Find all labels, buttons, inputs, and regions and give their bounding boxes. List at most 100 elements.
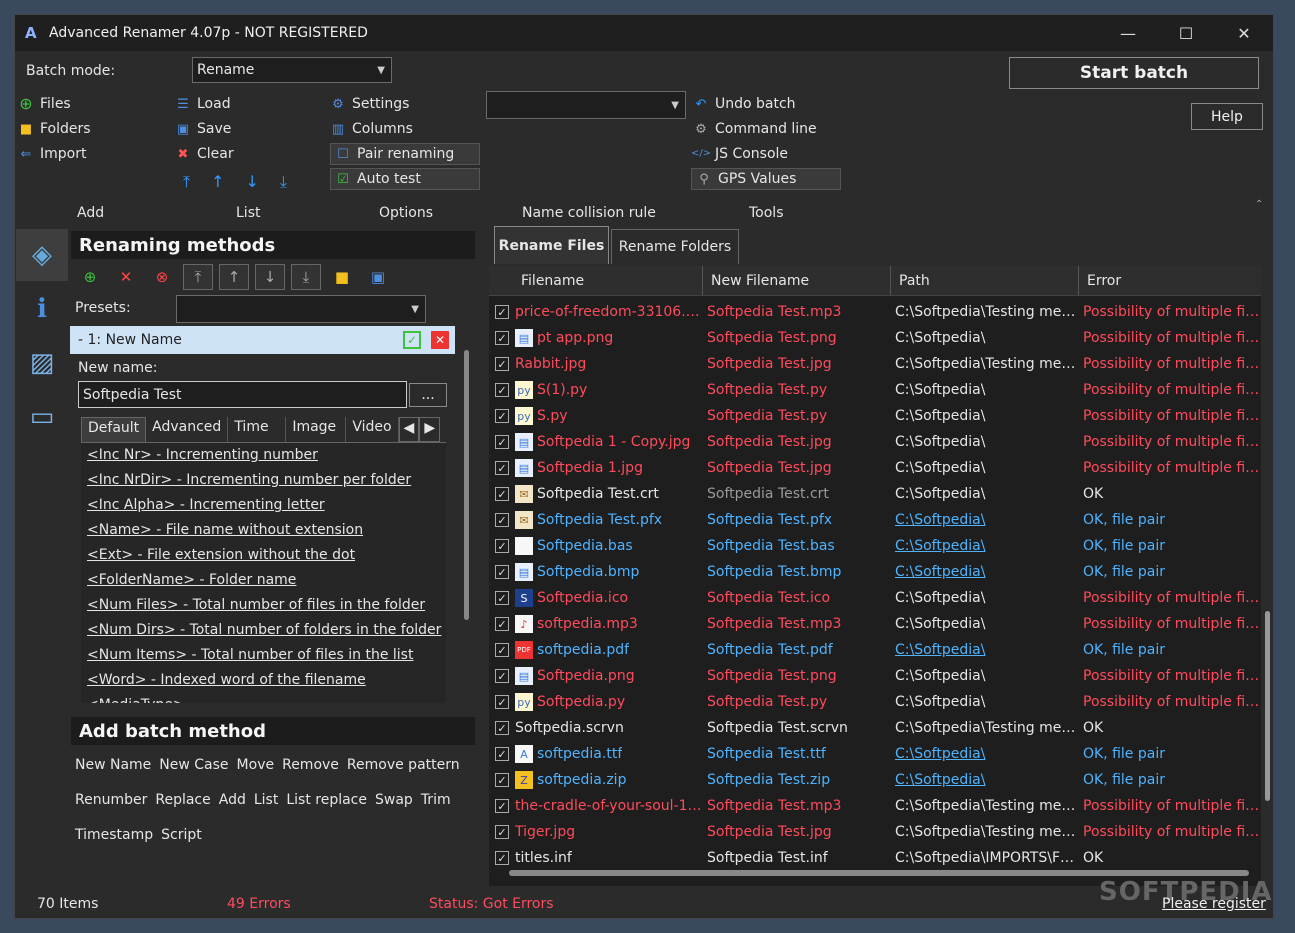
row-checkbox[interactable]: ✓ [495, 773, 509, 787]
table-row[interactable]: ✓ PDF softpedia.pdf Softpedia Test.pdf C:\So… [489, 637, 1261, 663]
presets-select[interactable]: ▼ [176, 295, 426, 323]
undo-batch-button[interactable]: ↶ Undo batch [693, 96, 796, 112]
batch-replace[interactable]: Replace [155, 792, 210, 808]
tab-image[interactable]: Image [286, 417, 347, 442]
row-checkbox[interactable]: ✓ [495, 513, 509, 527]
batch-script[interactable]: Script [161, 827, 202, 843]
tab-advanced[interactable]: Advanced [146, 417, 229, 442]
move-top-icon[interactable]: ⤒ [183, 172, 190, 192]
batch-trim[interactable]: Trim [421, 792, 451, 808]
table-row[interactable]: ✓ Tiger.jpg Softpedia Test.jpg C:\Softpedia… [489, 819, 1261, 845]
move-up-icon[interactable]: ↑ [211, 172, 224, 192]
row-checkbox[interactable]: ✓ [495, 461, 509, 475]
table-row[interactable]: ✓ py Softpedia.py Softpedia Test.py C:\Softp… [489, 689, 1261, 715]
move-method-down-icon[interactable]: ↓ [255, 264, 285, 290]
new-name-input[interactable]: Softpedia Test [78, 381, 407, 408]
table-row[interactable]: ✓ py S(1).py Softpedia Test.py C:\Softpedia\… [489, 377, 1261, 403]
browse-tags-button[interactable]: ... [409, 383, 447, 407]
auto-test-toggle[interactable]: ☑ Auto test [330, 168, 480, 190]
row-checkbox[interactable]: ✓ [495, 331, 509, 345]
tag-name[interactable]: <Name> - File name without extension [81, 518, 446, 543]
batch-list[interactable]: List [254, 792, 278, 808]
batch-swap[interactable]: Swap [375, 792, 413, 808]
add-method-icon[interactable]: ⊕ [75, 264, 105, 290]
import-button[interactable]: ⇐ Import [18, 146, 87, 162]
table-row[interactable]: ✓ the-cradle-of-your-soul-15... Softpedia … [489, 793, 1261, 819]
save-button[interactable]: ▣ Save [175, 121, 232, 137]
row-checkbox[interactable]: ✓ [495, 695, 509, 709]
gps-values-button[interactable]: ⚲ GPS Values [691, 168, 841, 190]
batch-list-replace[interactable]: List replace [286, 792, 367, 808]
batch-move[interactable]: Move [237, 757, 275, 773]
row-checkbox[interactable]: ✓ [495, 643, 509, 657]
command-line-button[interactable]: ⚙ Command line [693, 121, 817, 137]
batch-mode-select[interactable]: Rename ▼ [192, 57, 392, 83]
row-checkbox[interactable]: ✓ [495, 383, 509, 397]
row-checkbox[interactable]: ✓ [495, 617, 509, 631]
table-row[interactable]: ✓ ▤ Softpedia 1.jpg Softpedia Test.jpg C:\So… [489, 455, 1261, 481]
tag-foldername[interactable]: <FolderName> - Folder name [81, 568, 446, 593]
row-checkbox[interactable]: ✓ [495, 747, 509, 761]
clear-button[interactable]: ✖ Clear [175, 146, 234, 162]
help-button[interactable]: Help [1191, 103, 1263, 130]
js-console-button[interactable]: </> JS Console [691, 146, 788, 162]
col-new-filename[interactable]: New Filename [703, 266, 891, 295]
table-row[interactable]: ✓ ✉ Softpedia Test.crt Softpedia Test.crt C:… [489, 481, 1261, 507]
tab-scroll-left-icon[interactable]: ◀ [398, 417, 420, 442]
table-row[interactable]: ✓ ▤ pt app.png Softpedia Test.png C:\Softped… [489, 325, 1261, 351]
batch-timestamp[interactable]: Timestamp [75, 827, 153, 843]
table-row[interactable]: ✓ ✉ Softpedia Test.pfx Softpedia Test.pfx C:… [489, 507, 1261, 533]
row-checkbox[interactable]: ✓ [495, 721, 509, 735]
layers-icon[interactable]: ◈ [16, 229, 68, 281]
tab-rename-files[interactable]: Rename Files [494, 226, 609, 264]
method-scrollbar[interactable] [461, 346, 471, 701]
save-preset-icon[interactable]: ▣ [363, 264, 393, 290]
grid-horizontal-scrollbar[interactable] [509, 870, 1249, 876]
grid-vertical-scrollbar[interactable] [1261, 266, 1273, 886]
tab-video[interactable]: Video [346, 417, 399, 442]
tab-default[interactable]: Default [81, 417, 147, 442]
add-files-button[interactable]: ⊕ Files [18, 96, 70, 113]
collapse-ribbon-icon[interactable]: ⌃ [1255, 199, 1263, 210]
tag-mediatype[interactable]: <MediaType> [81, 693, 446, 703]
row-checkbox[interactable]: ✓ [495, 669, 509, 683]
row-checkbox[interactable]: ✓ [495, 799, 509, 813]
row-checkbox[interactable]: ✓ [495, 435, 509, 449]
table-row[interactable]: ✓ Asoftpedia.ttf Softpedia Test.ttf C:\Soft… [489, 741, 1261, 767]
add-folders-button[interactable]: ■ Folders [18, 121, 91, 137]
columns-button[interactable]: ▥ Columns [330, 121, 413, 137]
please-register-link[interactable]: Please register [1162, 896, 1266, 912]
col-error[interactable]: Error [1079, 266, 1261, 295]
tab-rename-folders[interactable]: Rename Folders [611, 229, 739, 264]
info-icon[interactable]: ℹ [16, 283, 68, 335]
name-collision-select[interactable]: ▼ [486, 91, 686, 119]
tab-scroll-right-icon[interactable]: ▶ [419, 417, 441, 442]
table-row[interactable]: ✓ Softpedia.scrvn Softpedia Test.scrvn C:\S… [489, 715, 1261, 741]
method-remove-icon[interactable]: ✕ [431, 331, 449, 349]
table-row[interactable]: ✓ ♪ softpedia.mp3 Softpedia Test.mp3 C:\Soft… [489, 611, 1261, 637]
move-method-bottom-icon[interactable]: ⤓ [291, 264, 321, 290]
image-icon[interactable]: ▨ [16, 337, 68, 389]
move-method-top-icon[interactable]: ⤒ [183, 264, 213, 290]
row-checkbox[interactable]: ✓ [495, 565, 509, 579]
tag-inc-alpha[interactable]: <Inc Alpha> - Incrementing letter [81, 493, 446, 518]
pair-renaming-toggle[interactable]: ☐ Pair renaming [330, 143, 480, 165]
table-row[interactable]: ✓ ▤ Softpedia 1 - Copy.jpg Softpedia Test.j… [489, 429, 1261, 455]
tag-num-files[interactable]: <Num Files> - Total number of files in t… [81, 593, 446, 618]
row-checkbox[interactable]: ✓ [495, 409, 509, 423]
table-row[interactable]: ✓ S Softpedia.ico Softpedia Test.ico C:\Soft… [489, 585, 1261, 611]
batch-remove-pattern[interactable]: Remove pattern [347, 757, 460, 773]
tag-word[interactable]: <Word> - Indexed word of the filename [81, 668, 446, 693]
table-row[interactable]: ✓ titles.inf Softpedia Test.inf C:\Softpedi… [489, 845, 1261, 871]
table-row[interactable]: ✓ ▤ Softpedia.bmp Softpedia Test.bmp C:\Soft… [489, 559, 1261, 585]
tag-inc-nrdir[interactable]: <Inc NrDir> - Incrementing number per fo… [81, 468, 446, 493]
remove-method-icon[interactable]: ✕ [111, 264, 141, 290]
tag-inc-nr[interactable]: <Inc Nr> - Incrementing number [81, 443, 446, 468]
row-checkbox[interactable]: ✓ [495, 357, 509, 371]
row-checkbox[interactable]: ✓ [495, 539, 509, 553]
batch-new-case[interactable]: New Case [159, 757, 228, 773]
table-row[interactable]: ✓ Rabbit.jpg Softpedia Test.jpg C:\Softpedi… [489, 351, 1261, 377]
minimize-button[interactable]: — [1099, 15, 1157, 51]
tag-ext[interactable]: <Ext> - File extension without the dot [81, 543, 446, 568]
row-checkbox[interactable]: ✓ [495, 487, 509, 501]
